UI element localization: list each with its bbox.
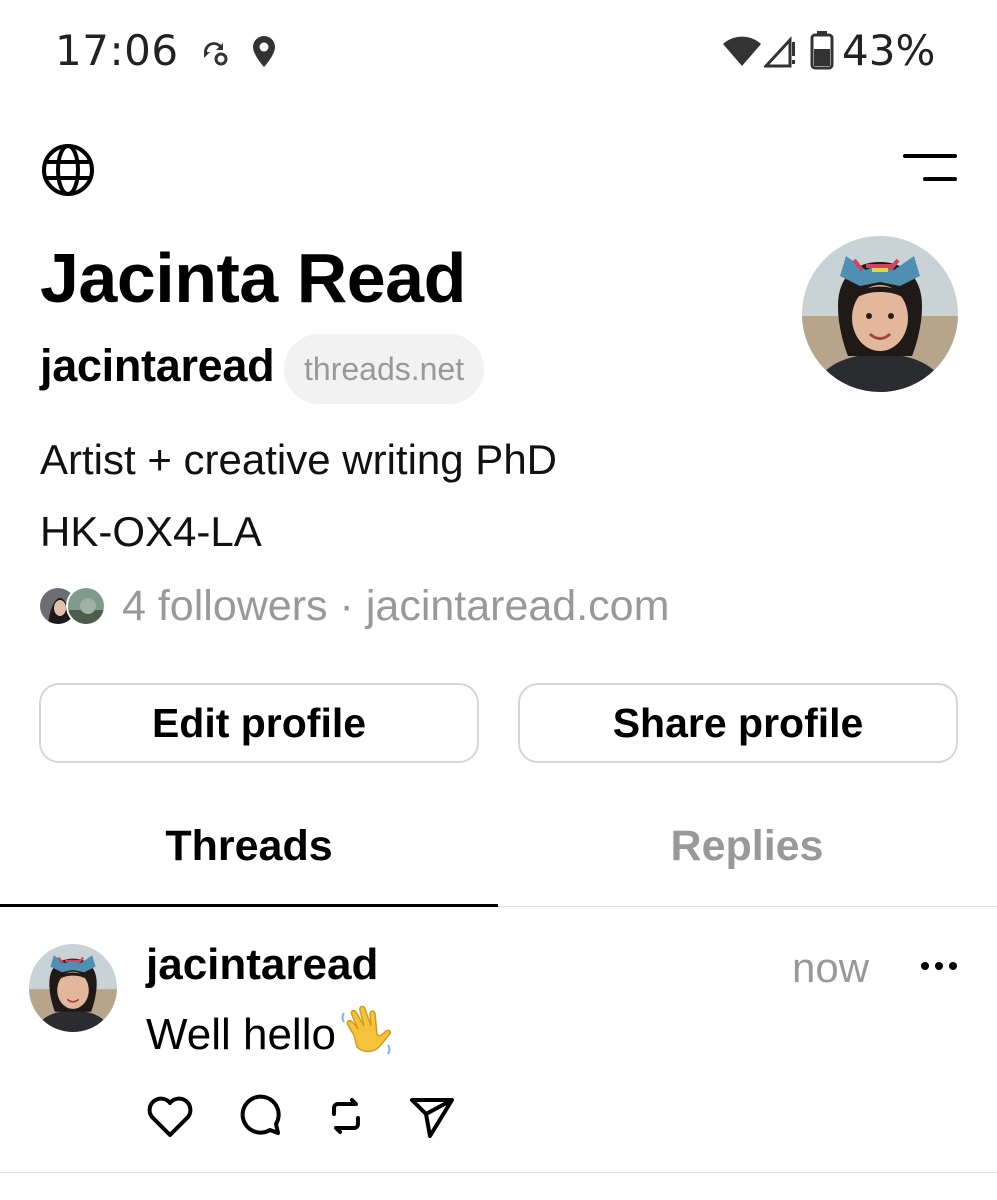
domain-badge[interactable]: threads.net [284,334,485,404]
sync-settings-icon [204,42,228,66]
followers-count[interactable]: 4 followers [122,582,328,630]
followers-row: 4 followers · jacintaread.com [38,582,938,632]
menu-icon[interactable] [903,152,957,184]
profile-avatar[interactable] [802,236,958,392]
wifi-icon [723,36,761,66]
heart-icon[interactable] [144,1090,196,1142]
post-username[interactable]: jacintaread [146,940,378,990]
comment-icon[interactable] [232,1090,284,1142]
separator-dot: · [339,582,354,630]
more-options-icon[interactable] [915,948,963,984]
post-text: Well hello [146,1010,336,1060]
edit-profile-button[interactable]: Edit profile [39,683,479,763]
status-bar: 17:06 43% [0,0,997,100]
tab-threads[interactable]: Threads [0,822,498,871]
bio-line-2: HK-OX4-LA [40,508,262,555]
post-timestamp: now [792,944,870,991]
post-avatar[interactable] [29,944,117,1032]
follower-avatar [66,586,106,626]
post-divider [0,1172,997,1173]
post-body: Well hello [146,1005,396,1070]
website-link[interactable]: jacintaread.com [366,582,670,630]
location-pin-icon [253,36,275,67]
bio-line-1: Artist + creative writing PhD [40,436,558,483]
tab-replies[interactable]: Replies [498,822,996,871]
repost-icon[interactable] [320,1090,372,1142]
battery-percent: 43% [842,26,936,75]
share-icon[interactable] [406,1090,458,1142]
battery-icon [810,31,834,70]
status-time: 17:06 [55,26,179,75]
waving-hand-emoji [340,1005,396,1070]
share-profile-button[interactable]: Share profile [518,683,958,763]
followers-text[interactable]: 4 followers · jacintaread.com [122,582,669,631]
cell-signal-icon [764,36,795,68]
profile-name: Jacinta Read [40,239,466,317]
active-tab-indicator [0,904,498,907]
profile-handle: jacintaread [40,340,275,391]
globe-icon[interactable] [40,142,96,198]
